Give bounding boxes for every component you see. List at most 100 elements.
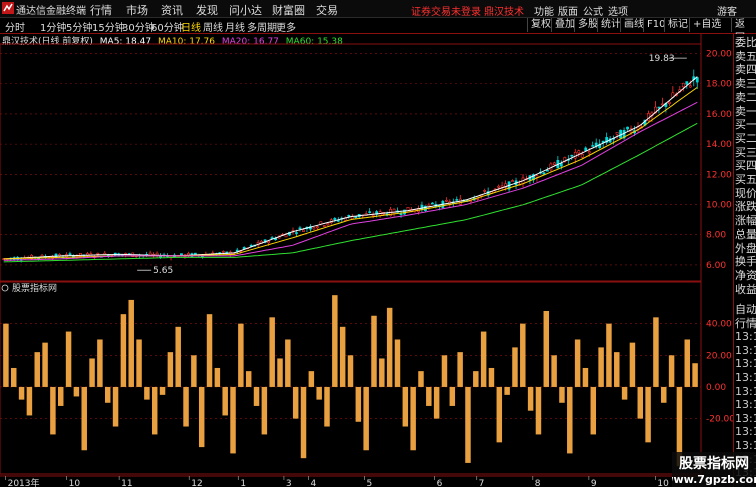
candle-body [559,163,563,167]
indicator-bar [81,386,87,451]
menu-jiaoyi[interactable]: 交易 [316,2,338,18]
indicator-bar [449,386,456,406]
candle-body [333,218,337,220]
date-tick-label: 1 [240,479,246,487]
indicator-bar [410,386,416,451]
kline-chart[interactable]: 19.83 5.65 [0,43,702,282]
indicator-bar [316,386,322,400]
price-axis: 20.00 18.00 16.00 14.00 12.00 10.00 8.00 6.00 [700,34,732,479]
indicator-chart[interactable]: 股票指标网 40.00 20.00 0.00 -20.00 [0,281,733,475]
indicator-settings-icon [1,284,9,292]
tick-time-label: 13:1 [735,330,756,344]
period-60min[interactable]: 60分钟 [151,19,184,34]
indicator-bar [245,371,252,387]
back-button[interactable]: 返回 [731,18,756,44]
indicator-bar [34,352,40,387]
quote-field-label: 卖三 [735,77,756,91]
tick-time-label: 13:1 [735,357,756,371]
candle-body [546,169,549,172]
indicator-bar [402,386,409,427]
indicator-bar [559,386,565,403]
menu-wenxiaoda[interactable]: 问小达 [229,2,262,18]
period-month[interactable]: 月线 [225,19,245,34]
period-30min[interactable]: 30分钟 [122,19,155,34]
watermark: 股票指标网 www.7gpzb.com [672,452,756,487]
menu-gongshi[interactable]: 公式 [583,3,603,18]
indicator-bar [371,315,377,387]
period-week[interactable]: 周线 [203,19,223,34]
price-tick-label: 16.00 [706,110,732,120]
indicator-bar [230,386,236,454]
candle-body [661,103,664,106]
ma-line-ma5 [3,76,698,260]
indicator-bar [473,371,479,387]
date-tick-label: 8 [535,479,541,487]
quote-field-label: 外盘 [735,241,756,255]
period-fenshi[interactable]: 分时 [5,19,25,34]
high-label: 19.83 [649,54,675,64]
tick-time-label: 13:1 [735,425,756,439]
indicator-bar [386,307,393,387]
biaoji-button[interactable]: 标记 [664,18,691,32]
add-watchlist-button[interactable]: +自选 [689,18,724,32]
candle-body [685,81,689,85]
indicator-bar [543,310,550,387]
user-label[interactable]: 游客 [717,3,737,18]
quote-field-label: 买二 [735,131,756,145]
price-tick-label: 10.00 [706,201,732,211]
price-tick-label: 18.00 [706,80,732,90]
period-multi[interactable]: 多周期 [247,19,277,34]
indicator-bar [668,355,675,387]
indicator-bar [89,358,95,387]
fuquan-button[interactable]: 复权 [527,18,554,32]
indicator-bar [144,386,150,400]
period-5min[interactable]: 5分钟 [66,19,92,34]
menu-faxian[interactable]: 发现 [196,2,218,18]
price-tick-label: 8.00 [706,231,726,241]
date-tick-label: 3 [286,479,292,487]
menu-xuanxiang[interactable]: 选项 [608,3,628,18]
candle-body [587,151,591,154]
quote-field-label: 涨幅 [735,214,756,228]
indicator-bar [332,295,338,387]
candle-body [368,211,372,214]
indicator-bar [621,386,628,400]
indicator-bar [457,352,463,387]
date-tick-label: 12 [191,479,202,487]
tick-time-label: 13:1 [735,411,756,425]
period-day[interactable]: 日线 [181,19,201,34]
menu-gongneng[interactable]: 功能 [534,3,554,18]
tick-time-label: 自动 [735,303,756,316]
date-tick-label: 10 [69,479,81,487]
period-1min[interactable]: 1分钟 [40,19,66,34]
candle-body [406,207,410,213]
period-more[interactable]: 更多 [276,19,296,34]
indicator-bar [629,342,636,387]
candle-body [695,77,699,83]
indicator-bar [104,386,111,403]
indicator-bar [598,347,604,387]
period-15min[interactable]: 15分钟 [92,19,125,34]
indicator-bar [551,355,557,387]
candle-body [430,202,434,205]
menu-hangqing[interactable]: 行情 [90,2,112,18]
indicator-tick-label: 20.00 [706,351,732,361]
menu-shichang[interactable]: 市场 [126,2,148,18]
menu-caifuquan[interactable]: 财富圈 [272,2,305,18]
candle-body [469,200,473,203]
candle-body [326,223,330,226]
stock-name: 鼎汉技术 [484,7,524,18]
quote-field-label: 涨跌 [735,200,756,214]
indicator-bar [50,386,56,435]
menu-zixun[interactable]: 资讯 [161,2,183,18]
charts-area[interactable]: 19.835.65 20.0018.0016.0014.0012.0010.00… [0,34,733,487]
low-label: 5.65 [153,266,173,276]
login-notice[interactable]: 证券交易未登录 [411,3,481,18]
indicator-bar [433,386,440,419]
tick-time-label: 13:1 [735,384,756,398]
indicator-bar [512,347,518,387]
candle-body [302,229,305,232]
indicator-bar [167,352,174,387]
indicator-bar [339,326,346,387]
menu-banmian[interactable]: 版面 [558,3,578,18]
